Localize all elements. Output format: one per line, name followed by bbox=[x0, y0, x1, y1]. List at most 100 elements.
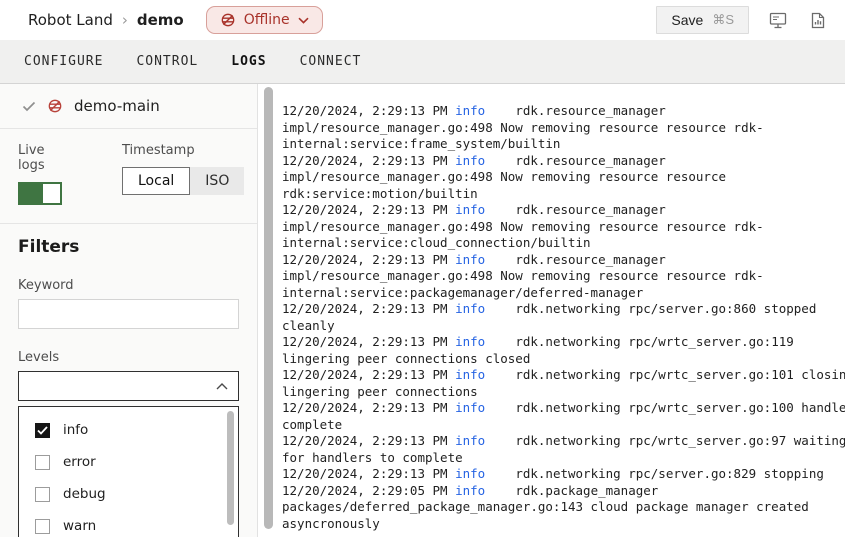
log-logger: rdk.package_manager bbox=[515, 483, 666, 498]
checkbox-icon[interactable] bbox=[35, 487, 50, 502]
log-list: 12/20/2024, 2:29:13 PM info rdk.resource… bbox=[282, 103, 845, 532]
log-gap bbox=[485, 153, 515, 168]
log-level: info bbox=[455, 103, 485, 118]
checkmark-icon bbox=[22, 101, 36, 112]
timestamp-label: Timestamp bbox=[122, 143, 244, 158]
live-logs-toggle[interactable] bbox=[18, 182, 62, 205]
part-name: demo-main bbox=[74, 97, 160, 115]
app-window: Robot Land › demo Offline Save ⌘S bbox=[0, 0, 845, 537]
log-scrollbar-track bbox=[258, 84, 280, 537]
log-entry: 12/20/2024, 2:29:13 PM info rdk.networki… bbox=[282, 367, 845, 400]
chevron-down-icon bbox=[298, 17, 309, 24]
log-gap bbox=[485, 103, 515, 118]
level-option-debug[interactable]: debug bbox=[19, 478, 238, 510]
log-timestamp: 12/20/2024, 2:29:13 PM bbox=[282, 466, 455, 481]
chevron-up-icon bbox=[216, 383, 228, 390]
level-option-error[interactable]: error bbox=[19, 446, 238, 478]
log-gap bbox=[485, 202, 515, 217]
file-chart-icon[interactable] bbox=[807, 9, 829, 31]
log-level: info bbox=[455, 483, 485, 498]
level-option-warn[interactable]: warn bbox=[19, 510, 238, 537]
log-entry: 12/20/2024, 2:29:13 PM info rdk.networki… bbox=[282, 466, 845, 483]
level-option-info[interactable]: info bbox=[19, 414, 238, 446]
log-logger: rdk.networking bbox=[515, 433, 628, 448]
log-timestamp: 12/20/2024, 2:29:13 PM bbox=[282, 252, 455, 267]
log-logger: rdk.networking bbox=[515, 367, 628, 382]
levels-dropdown-panel: info error debug bbox=[18, 406, 239, 537]
log-gap bbox=[485, 367, 515, 382]
breadcrumb-org[interactable]: Robot Land bbox=[28, 11, 113, 29]
wireless-off-icon bbox=[47, 98, 63, 114]
tab-control[interactable]: CONTROL bbox=[136, 54, 198, 69]
log-entry: 12/20/2024, 2:29:13 PM info rdk.networki… bbox=[282, 400, 845, 433]
log-level: info bbox=[455, 334, 485, 349]
log-logger: rdk.resource_manager bbox=[515, 202, 673, 217]
log-logger: rdk.resource_manager bbox=[515, 153, 673, 168]
log-message: packages/deferred_package_manager.go:143… bbox=[282, 499, 816, 531]
level-option-label: warn bbox=[63, 518, 96, 534]
log-logger: rdk.networking bbox=[515, 400, 628, 415]
log-pane: 12/20/2024, 2:29:13 PM info rdk.resource… bbox=[280, 84, 845, 537]
log-gap bbox=[485, 466, 515, 481]
save-button[interactable]: Save ⌘S bbox=[656, 6, 749, 34]
toggle-knob bbox=[43, 184, 60, 203]
checkbox-icon[interactable] bbox=[35, 519, 50, 534]
log-timestamp: 12/20/2024, 2:29:13 PM bbox=[282, 301, 455, 316]
timestamp-option-local[interactable]: Local bbox=[122, 167, 190, 195]
tab-connect[interactable]: CONNECT bbox=[300, 54, 362, 69]
log-timestamp: 12/20/2024, 2:29:13 PM bbox=[282, 153, 455, 168]
levels-select[interactable] bbox=[18, 371, 239, 401]
top-bar: Robot Land › demo Offline Save ⌘S bbox=[0, 0, 845, 40]
log-logger: rdk.resource_manager bbox=[515, 103, 673, 118]
log-gap bbox=[485, 334, 515, 349]
log-logger: rdk.networking bbox=[515, 301, 628, 316]
keyword-label: Keyword bbox=[18, 278, 239, 293]
wireless-off-icon bbox=[220, 12, 236, 28]
log-gap bbox=[485, 252, 515, 267]
save-shortcut-hint: ⌘S bbox=[712, 12, 734, 28]
log-entry: 12/20/2024, 2:29:13 PM info rdk.networki… bbox=[282, 334, 845, 367]
log-controls: Live logs Timestamp Local ISO bbox=[0, 129, 257, 224]
log-entry: 12/20/2024, 2:29:05 PM info rdk.package_… bbox=[282, 483, 845, 533]
log-level: info bbox=[455, 301, 485, 316]
breadcrumb-machine[interactable]: demo bbox=[137, 11, 184, 29]
log-entry: 12/20/2024, 2:29:13 PM info rdk.networki… bbox=[282, 301, 845, 334]
log-message: impl/resource_manager.go:498 Now removin… bbox=[282, 120, 764, 152]
log-timestamp: 12/20/2024, 2:29:05 PM bbox=[282, 483, 455, 498]
tab-configure[interactable]: CONFIGURE bbox=[24, 54, 103, 69]
log-message: rpc/server.go:829 stopping bbox=[628, 466, 824, 481]
log-timestamp: 12/20/2024, 2:29:13 PM bbox=[282, 334, 455, 349]
timestamp-option-iso[interactable]: ISO bbox=[190, 167, 244, 195]
log-logger: rdk.networking bbox=[515, 466, 628, 481]
checkbox-icon[interactable] bbox=[35, 455, 50, 470]
log-gap bbox=[485, 400, 515, 415]
log-gap bbox=[485, 301, 515, 316]
dropdown-scrollbar[interactable] bbox=[227, 411, 234, 525]
log-scrollbar-thumb[interactable] bbox=[264, 87, 273, 529]
log-message: impl/resource_manager.go:498 Now removin… bbox=[282, 219, 764, 251]
levels-label: Levels bbox=[18, 350, 239, 365]
log-gap bbox=[485, 433, 515, 448]
log-logger: rdk.resource_manager bbox=[515, 252, 673, 267]
log-timestamp: 12/20/2024, 2:29:13 PM bbox=[282, 433, 455, 448]
log-gap bbox=[485, 483, 515, 498]
keyword-input[interactable] bbox=[18, 299, 239, 329]
log-entry: 12/20/2024, 2:29:13 PM info rdk.resource… bbox=[282, 252, 845, 302]
log-entry: 12/20/2024, 2:29:13 PM info rdk.resource… bbox=[282, 103, 845, 153]
log-timestamp: 12/20/2024, 2:29:13 PM bbox=[282, 103, 455, 118]
tab-logs[interactable]: LOGS bbox=[231, 54, 266, 69]
level-option-label: debug bbox=[63, 486, 106, 502]
save-button-label: Save bbox=[671, 12, 703, 28]
log-level: info bbox=[455, 466, 485, 481]
tab-bar: CONFIGURE CONTROL LOGS CONNECT bbox=[0, 40, 845, 84]
part-row-demo-main[interactable]: demo-main bbox=[0, 84, 257, 129]
machine-status-badge[interactable]: Offline bbox=[206, 6, 323, 34]
monitor-icon[interactable] bbox=[767, 9, 789, 31]
log-level: info bbox=[455, 202, 485, 217]
timestamp-format-switch: Local ISO bbox=[122, 167, 244, 195]
checkbox-icon[interactable] bbox=[35, 423, 50, 438]
filters-title: Filters bbox=[18, 237, 239, 257]
logs-page: demo-main Live logs Timestamp Local ISO bbox=[0, 84, 845, 537]
log-level: info bbox=[455, 252, 485, 267]
topbar-actions: Save ⌘S bbox=[656, 6, 829, 34]
